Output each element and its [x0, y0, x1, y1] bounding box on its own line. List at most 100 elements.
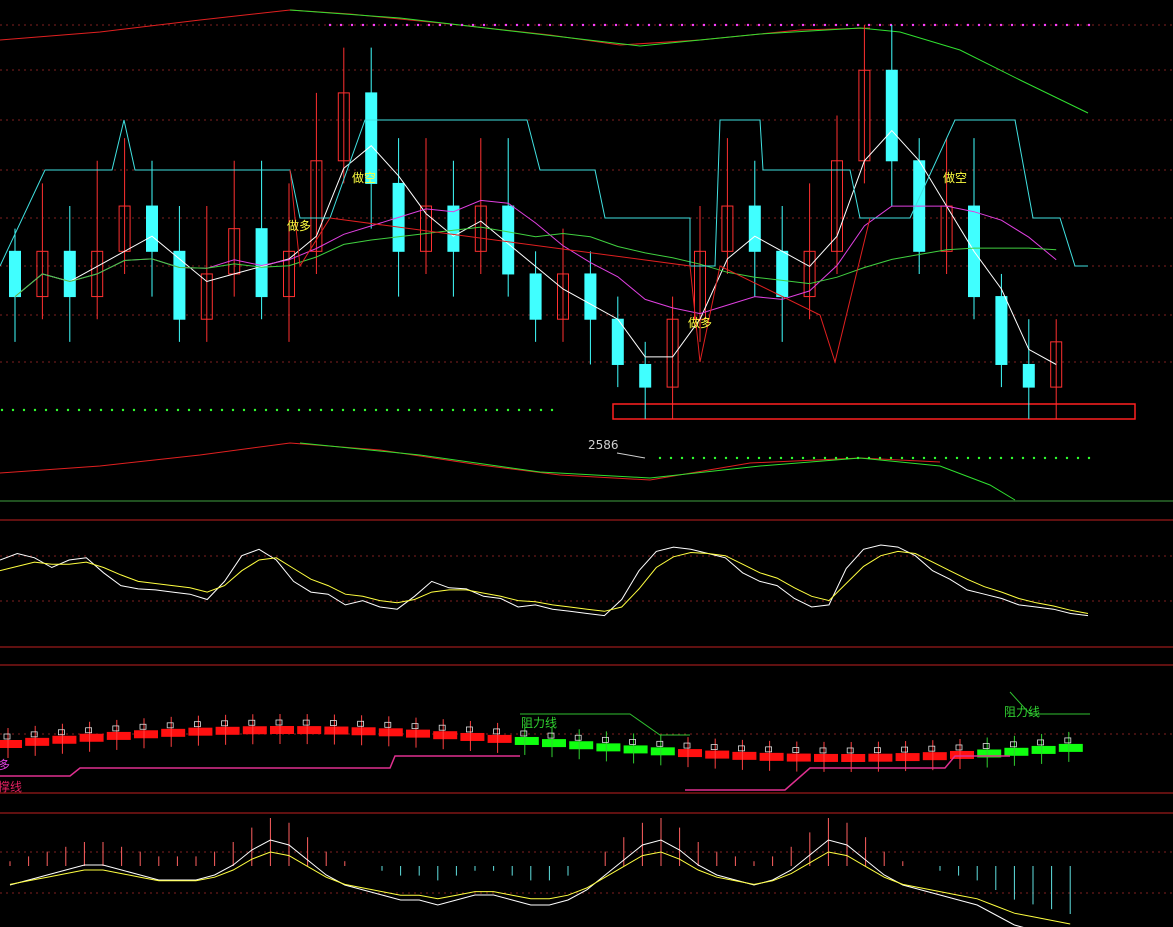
signal-mini-candle	[928, 745, 936, 752]
signal-mini-candle	[85, 727, 92, 734]
support-dot	[308, 408, 312, 412]
resistance-dot	[735, 23, 739, 27]
support-line	[0, 755, 520, 777]
signal-block	[161, 728, 186, 737]
signal-mini-candle	[846, 747, 854, 754]
resistance-dot	[493, 23, 497, 27]
support-dot	[933, 456, 937, 460]
support-dot	[724, 456, 728, 460]
resistance-dot	[999, 23, 1003, 27]
signal-mini-candle	[819, 747, 827, 754]
resistance-dot	[669, 23, 673, 27]
resistance-dot	[702, 23, 706, 27]
signal-block	[705, 750, 730, 759]
support-dot	[429, 408, 433, 412]
resistance-dot	[757, 23, 761, 27]
resistance-dot	[350, 23, 354, 27]
resistance-dot	[812, 23, 816, 27]
signal-block	[922, 752, 947, 761]
signal-block	[106, 731, 131, 740]
resistance-dot	[823, 23, 827, 27]
signal-mini-candle	[275, 719, 283, 726]
signal-mini-candle	[1064, 737, 1072, 744]
support-dot	[484, 408, 488, 412]
annotation-long-2: 做多	[688, 315, 712, 330]
signal-block	[895, 753, 920, 762]
signal-mini-candle	[765, 746, 772, 753]
support-dot	[999, 456, 1003, 460]
signal-mini-candle	[738, 745, 745, 752]
signal-block	[378, 728, 403, 737]
signal-block	[569, 741, 594, 750]
support-dot	[473, 408, 477, 412]
support-dot	[550, 408, 554, 412]
signal-mini-candle	[438, 724, 446, 731]
support-dot	[988, 456, 992, 460]
signal-mini-candle	[901, 746, 908, 753]
signal-mini-candle	[710, 744, 718, 750]
candle-body	[529, 273, 542, 320]
candle-body	[639, 363, 652, 388]
resistance-dot	[867, 23, 871, 27]
signal-mini-candle	[874, 747, 881, 754]
resistance-dot	[482, 23, 486, 27]
resistance-dot	[471, 23, 475, 27]
support-dot	[801, 456, 805, 460]
resistance-dot	[768, 23, 772, 27]
support-dot	[143, 408, 147, 412]
signal-mini-candle	[493, 728, 501, 735]
support-dot	[691, 456, 695, 460]
signal-block	[596, 743, 621, 752]
resistance-dot	[900, 23, 904, 27]
support-dot	[1065, 456, 1069, 460]
support-dot	[889, 456, 893, 460]
price-pointer	[616, 452, 646, 459]
support-dot	[757, 456, 761, 460]
support-dot	[176, 408, 180, 412]
support-dot	[845, 456, 849, 460]
resistance-dot	[911, 23, 915, 27]
support-dot	[132, 408, 136, 412]
resistance-dot	[845, 23, 849, 27]
resistance-dot	[658, 23, 662, 27]
support-dot	[1054, 456, 1058, 460]
signal-block	[460, 732, 485, 741]
resistance-dot	[680, 23, 684, 27]
support-dot	[66, 408, 70, 412]
support-dot	[746, 456, 750, 460]
resistance-dot	[537, 23, 541, 27]
resistance-dot	[372, 23, 376, 27]
annotation-long-1: 做多	[287, 218, 311, 233]
resistance-dot	[922, 23, 926, 27]
support-dot	[1087, 456, 1091, 460]
resistance-dot	[427, 23, 431, 27]
support-dot	[374, 408, 378, 412]
support-dot	[264, 408, 268, 412]
resistance-dot	[801, 23, 805, 27]
signal-mini-candle	[683, 742, 691, 749]
support-dot	[768, 456, 772, 460]
bollinger-band	[0, 9, 1136, 501]
signal-mini-candle	[248, 719, 256, 726]
signal-mini-candle	[112, 725, 120, 732]
signal-block	[514, 736, 539, 745]
signal-mini-candle	[411, 723, 419, 730]
support-dot	[121, 408, 125, 412]
signal-block	[351, 727, 376, 736]
signal-mini-candle	[629, 739, 636, 745]
resistance-dot	[1065, 23, 1069, 27]
support-dot	[165, 408, 169, 412]
support-dot	[955, 456, 959, 460]
support-dot	[517, 408, 521, 412]
resistance-dot	[691, 23, 695, 27]
signal-block	[1031, 745, 1056, 754]
support-dot	[911, 456, 915, 460]
support-dot	[0, 408, 4, 412]
support-dot	[528, 408, 532, 412]
signal-block	[841, 753, 866, 762]
resistance-dot	[856, 23, 860, 27]
signal-block	[215, 726, 240, 735]
resistance-dot	[746, 23, 750, 27]
grid-lines	[0, 24, 1173, 894]
signal-block	[487, 734, 512, 743]
